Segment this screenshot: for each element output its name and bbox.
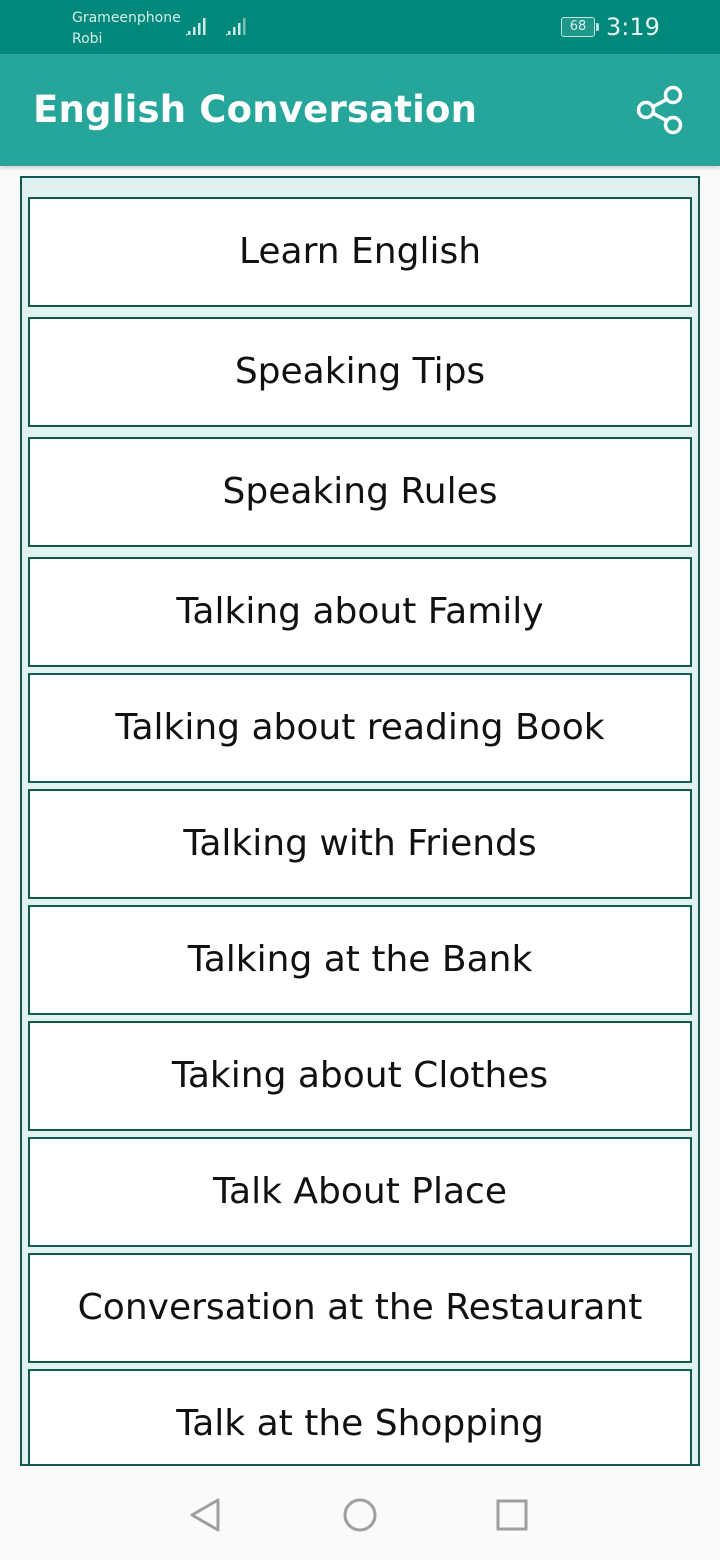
topic-button-family[interactable]: Talking about Family (28, 557, 692, 667)
topic-label: Learn English (238, 231, 482, 272)
topic-label: Talking at the Bank (187, 939, 533, 980)
topic-label: Talking with Friends (183, 823, 537, 864)
topic-button-place[interactable]: Talk About Place (28, 1137, 692, 1247)
status-bar: Grameenphone Robi 68 3:19 (0, 0, 720, 54)
topic-label: Talk About Place (213, 1171, 507, 1212)
topic-button-clothes[interactable]: Taking about Clothes (28, 1021, 692, 1131)
topic-button-learn-english[interactable]: Learn English (28, 197, 692, 307)
system-navigation-bar (0, 1470, 720, 1560)
back-icon[interactable] (188, 1497, 224, 1533)
home-icon[interactable] (342, 1497, 378, 1533)
topic-button-bank[interactable]: Talking at the Bank (28, 905, 692, 1015)
topic-button-speaking-rules[interactable]: Speaking Rules (28, 437, 692, 547)
topic-label: Speaking Rules (222, 471, 498, 512)
app-bar: English Conversation (0, 54, 720, 166)
carrier-2: Robi (72, 31, 103, 47)
topic-label: Speaking Tips (234, 351, 486, 392)
app-title: English Conversation (33, 88, 478, 131)
topic-label: Taking about Clothes (171, 1055, 549, 1096)
conversation-topic-list[interactable]: Learn English Speaking Tips Speaking Rul… (20, 176, 700, 1466)
carrier-names: Grameenphone Robi (72, 8, 181, 50)
carrier-1: Grameenphone (72, 10, 181, 26)
topic-label: Talking about Family (176, 591, 544, 632)
topic-label: Talk at the Shopping (176, 1403, 544, 1444)
topic-label: Talking about reading Book (115, 707, 605, 748)
topic-button-shopping[interactable]: Talk at the Shopping (28, 1369, 692, 1464)
signal-strength-icon (186, 18, 206, 36)
topic-button-friends[interactable]: Talking with Friends (28, 789, 692, 899)
topic-button-speaking-tips[interactable]: Speaking Tips (28, 317, 692, 427)
recents-icon[interactable] (494, 1497, 530, 1533)
signal-strength-icon (226, 18, 246, 36)
clock: 3:19 (606, 13, 660, 41)
topic-button-reading-book[interactable]: Talking about reading Book (28, 673, 692, 783)
topic-label: Conversation at the Restaurant (77, 1287, 643, 1328)
battery-icon: 68 (561, 17, 599, 37)
topic-button-restaurant[interactable]: Conversation at the Restaurant (28, 1253, 692, 1363)
share-icon[interactable] (630, 80, 690, 140)
